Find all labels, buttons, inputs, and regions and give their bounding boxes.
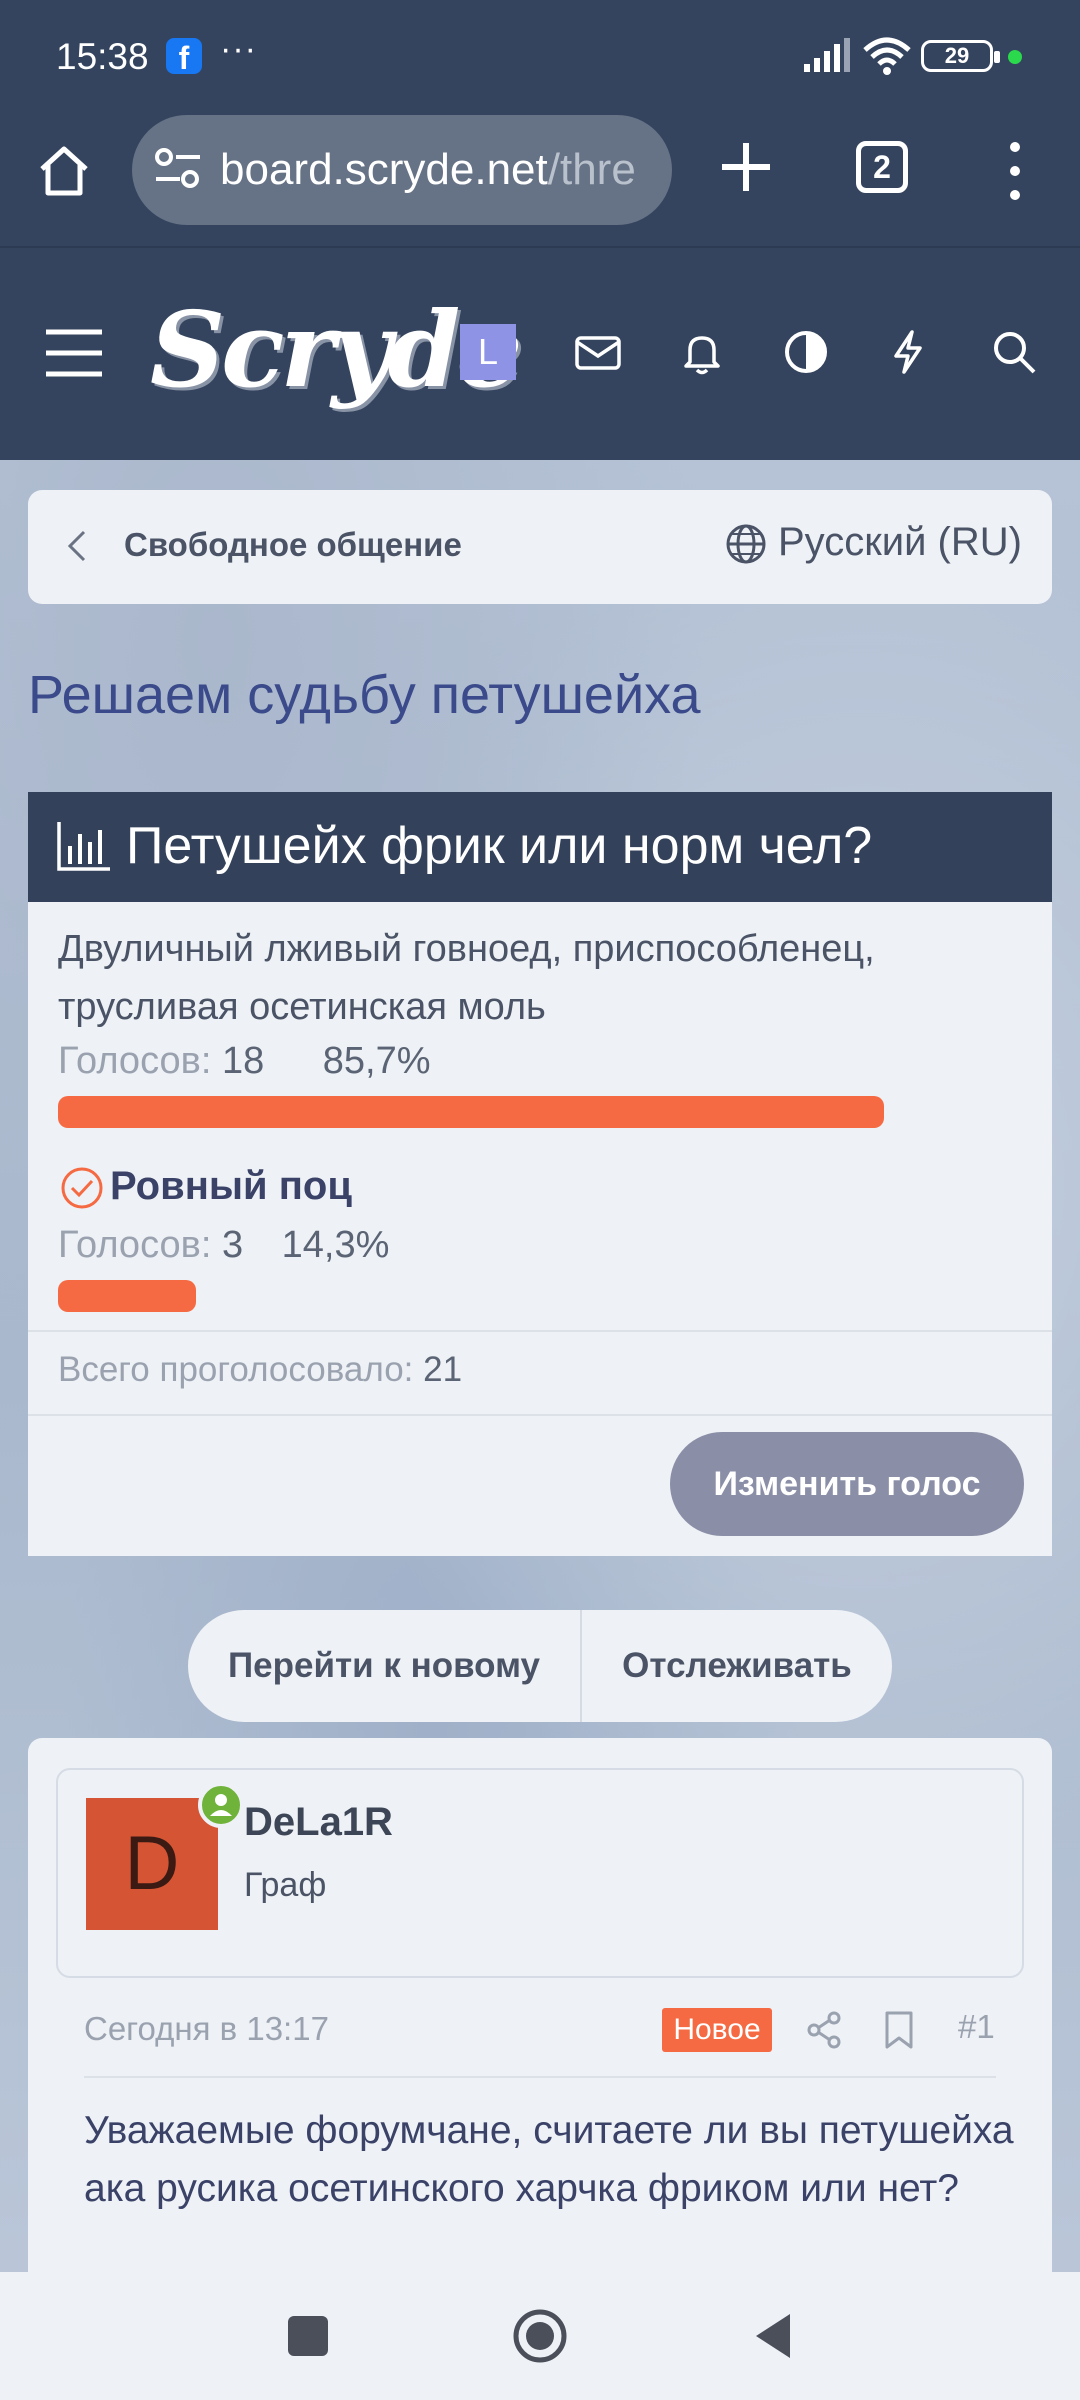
voted-check-icon — [61, 1167, 103, 1209]
author-username[interactable]: DeLa1R — [244, 1800, 393, 1845]
new-badge: Новое — [662, 2008, 772, 2052]
post-author-block: D DeLa1R Граф — [56, 1768, 1024, 1978]
post-date[interactable]: Сегодня в 13:17 — [84, 2010, 329, 2048]
poll-question: Петушейх фрик или норм чел? — [126, 817, 873, 875]
divider — [84, 2076, 996, 2078]
browser-toolbar: board.scryde.net/thre 2 — [0, 115, 1080, 248]
share-icon[interactable] — [804, 2010, 844, 2050]
home-icon[interactable] — [36, 143, 92, 199]
url-main: board.scryde.net — [220, 145, 548, 194]
watch-button[interactable]: Отслеживать — [582, 1610, 892, 1722]
address-bar[interactable]: board.scryde.net/thre — [132, 115, 672, 225]
home-circle-icon[interactable] — [512, 2308, 568, 2364]
globe-icon[interactable] — [724, 522, 768, 566]
more-notifications-indicator: ··· — [220, 30, 257, 68]
total-label: Всего проголосовало: — [58, 1350, 414, 1389]
new-tab-plus-icon[interactable] — [716, 137, 776, 197]
votes-percent: 85,7% — [322, 1040, 431, 1082]
poll-result-bar — [58, 1096, 884, 1128]
browser-menu-icon[interactable] — [1000, 139, 1030, 203]
wifi-icon — [863, 37, 911, 75]
chevron-left-icon[interactable] — [64, 528, 90, 564]
poll-option-votes: Голосов: 18 85,7% — [58, 1040, 431, 1083]
theme-toggle-icon[interactable] — [780, 326, 832, 378]
poll-option-label: Двуличный лживый говноед, приспособленец… — [58, 928, 875, 1028]
post-body: Уважаемые форумчане, считаете ли вы пету… — [84, 2109, 1014, 2210]
facebook-notification-icon: f — [166, 38, 202, 76]
poll-block: Петушейх фрик или норм чел? Двуличный лж… — [28, 792, 1052, 1556]
bar-chart-icon — [57, 822, 110, 871]
lightning-icon[interactable] — [882, 326, 934, 378]
votes-count: 3 — [221, 1224, 244, 1266]
change-vote-button[interactable]: Изменить голос — [670, 1432, 1024, 1536]
breadcrumb: Свободное общение Русский (RU) — [28, 490, 1052, 604]
online-user-icon — [198, 1782, 244, 1828]
poll-option-label-selected: Ровный поц — [110, 1164, 352, 1208]
battery-level: 29 — [944, 43, 970, 68]
votes-label: Голосов: — [58, 1040, 212, 1082]
recent-apps-icon[interactable] — [288, 2316, 328, 2356]
site-settings-icon[interactable] — [154, 147, 202, 191]
thread-title: Решаем судьбу петушейха — [28, 665, 701, 725]
author-title: Граф — [244, 1866, 327, 1904]
back-triangle-icon[interactable] — [750, 2310, 794, 2362]
url-text[interactable]: board.scryde.net/thre — [220, 145, 652, 195]
go-to-new-button[interactable]: Перейти к новому — [188, 1610, 580, 1722]
post-number-link[interactable]: #1 — [958, 2008, 995, 2046]
thread-actions: Перейти к новому Отслеживать — [188, 1610, 892, 1722]
poll-total: Всего проголосовало: 21 — [58, 1350, 462, 1390]
breadcrumb-link[interactable]: Свободное общение — [124, 526, 462, 564]
poll-header: Петушейх фрик или норм чел? — [28, 792, 1052, 902]
system-navigation-bar — [0, 2272, 1080, 2400]
poll-result-bar — [58, 1280, 196, 1312]
hamburger-menu-icon[interactable] — [44, 328, 104, 378]
status-time: 15:38 — [56, 36, 149, 77]
post: D DeLa1R Граф Сегодня в 13:17 Новое #1 У… — [28, 1738, 1052, 2278]
language-selector[interactable]: Русский (RU) — [778, 520, 1022, 565]
author-avatar[interactable]: D — [86, 1798, 218, 1930]
url-fade: /thre — [547, 145, 636, 194]
votes-label: Голосов: — [58, 1224, 212, 1266]
site-header: Scryde L — [0, 248, 1080, 460]
votes-percent: 14,3% — [281, 1224, 390, 1266]
total-count: 21 — [423, 1350, 463, 1389]
votes-count: 18 — [221, 1040, 265, 1082]
divider — [28, 1330, 1052, 1332]
poll-option-votes: Голосов: 3 14,3% — [58, 1224, 389, 1267]
cell-signal-icon — [804, 38, 850, 72]
user-avatar[interactable]: L — [460, 324, 516, 380]
battery-icon: 29 — [921, 40, 1000, 72]
mail-icon[interactable] — [572, 326, 624, 378]
search-icon[interactable] — [988, 326, 1040, 378]
status-bar: 15:38 f ··· 29 — [0, 0, 1080, 115]
bell-icon[interactable] — [676, 326, 728, 378]
divider — [28, 1414, 1052, 1416]
tab-switcher-button[interactable]: 2 — [856, 141, 908, 193]
bookmark-icon[interactable] — [882, 2010, 916, 2050]
privacy-indicator-dot — [1008, 50, 1022, 64]
